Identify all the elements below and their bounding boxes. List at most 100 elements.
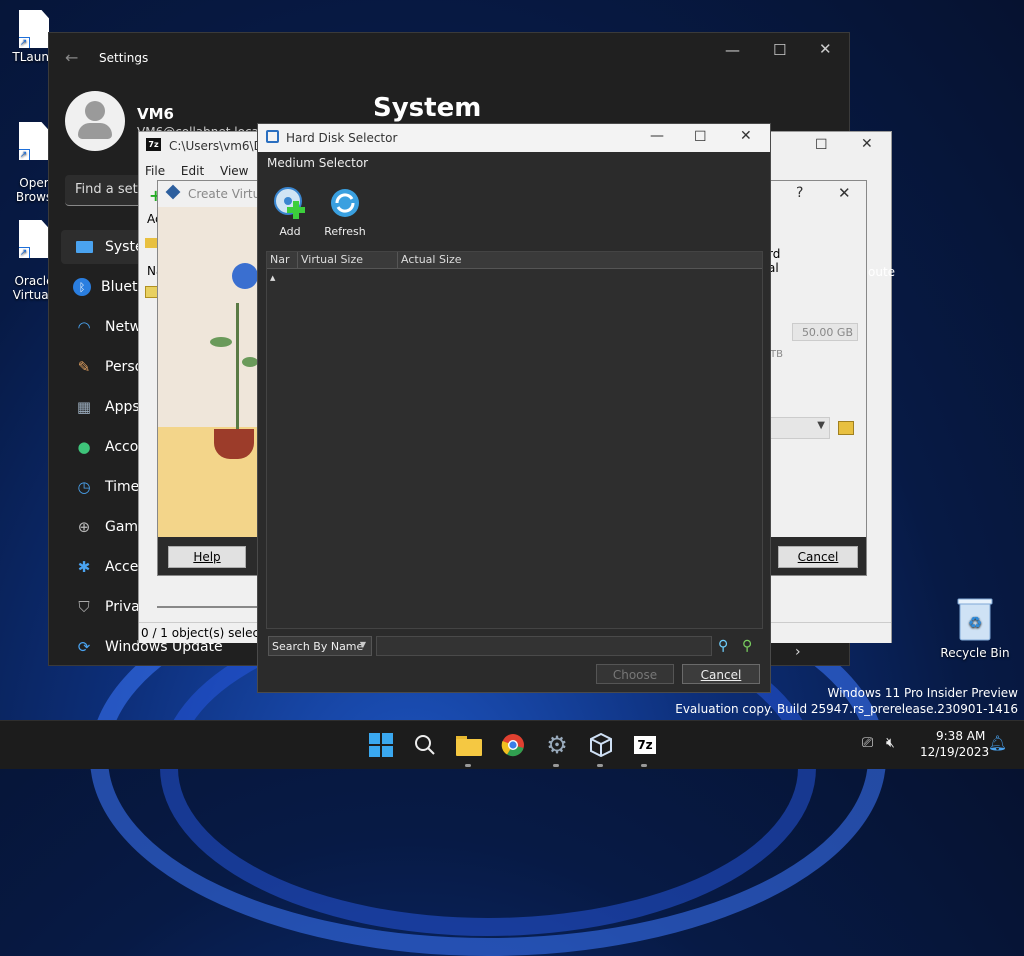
- svg-text:♻: ♻: [968, 613, 982, 632]
- search-mode-dropdown[interactable]: Search By Name ▼: [268, 636, 372, 656]
- clock-date[interactable]: 12/19/2023: [920, 745, 989, 759]
- disk-size-field[interactable]: 50.00 GB: [792, 323, 858, 341]
- search-mode-label: Search By Name: [272, 640, 364, 653]
- sort-ascending-icon: ▲: [270, 274, 276, 282]
- shortcut-file-icon: ↗: [19, 10, 49, 48]
- help-button[interactable]: Help: [168, 546, 246, 568]
- maximize-icon[interactable]: ☐: [815, 137, 828, 153]
- search-placeholder: Find a sett: [75, 182, 143, 197]
- avatar[interactable]: [65, 91, 125, 151]
- sevenzip-menubar: File Edit View F: [145, 164, 271, 178]
- desktop-icon-recycle-bin[interactable]: ♻ Recycle Bin: [940, 598, 1010, 660]
- close-icon[interactable]: ✕: [838, 184, 851, 202]
- refresh-label: Refresh: [324, 225, 366, 238]
- windows-logo-icon: [369, 733, 393, 757]
- maximize-icon[interactable]: ☐: [694, 129, 707, 145]
- settings-title: Settings: [99, 51, 149, 65]
- user-icon: [85, 101, 105, 121]
- column-header-virtual-size[interactable]: Virtual Size: [298, 252, 398, 268]
- close-icon[interactable]: ✕: [861, 136, 873, 152]
- maximize-icon[interactable]: ☐: [773, 41, 786, 59]
- sevenzip-path: C:\Users\vm6\Do: [169, 139, 271, 153]
- sevenzip-logo-icon: 7z: [634, 736, 656, 754]
- desktop-icon-label: Oper Brows: [15, 176, 53, 204]
- add-button[interactable]: Add: [270, 186, 310, 238]
- virtualbox-icon: [266, 130, 279, 143]
- virtualbox-taskbar-button[interactable]: [586, 730, 616, 760]
- right-text-3: oute: [868, 265, 896, 279]
- shortcut-file-icon: ↗: [19, 220, 49, 258]
- search-icon: [415, 735, 435, 755]
- search-button[interactable]: [410, 730, 440, 760]
- monitor-icon: [73, 236, 95, 258]
- account-icon: ●: [77, 438, 91, 456]
- clock-icon: ◷: [77, 478, 91, 496]
- chevron-down-icon: ▼: [359, 640, 366, 649]
- update-icon: ⟳: [77, 638, 91, 656]
- start-button[interactable]: [366, 730, 396, 760]
- menu-file[interactable]: File: [145, 164, 165, 178]
- virtualbox-icon: [590, 733, 612, 757]
- virtualbox-icon: [165, 184, 181, 200]
- create-vm-title: Create Virtua: [188, 187, 268, 201]
- sidebar-item-label: Acco: [105, 439, 139, 455]
- file-explorer-button[interactable]: [454, 730, 484, 760]
- menu-edit[interactable]: Edit: [181, 164, 204, 178]
- column-header-actual-size[interactable]: Actual Size: [398, 252, 762, 268]
- sevenzip-taskbar-button[interactable]: 7z: [630, 730, 660, 760]
- folder-browse-icon[interactable]: [838, 421, 854, 435]
- wizard-illustration: [158, 207, 258, 537]
- brush-icon: ✎: [77, 358, 91, 376]
- notification-bell-icon[interactable]: 🔔︎: [988, 734, 1007, 752]
- disk-location-dropdown[interactable]: ▼: [770, 417, 830, 439]
- menu-view[interactable]: View: [220, 164, 248, 178]
- search-backward-icon[interactable]: ⚲: [718, 638, 734, 654]
- horizontal-scrollbar[interactable]: [157, 606, 257, 608]
- chevron-down-icon: ▼: [817, 420, 825, 431]
- watermark-line2: Evaluation copy. Build 25947.rs_prerelea…: [675, 702, 1018, 716]
- apps-icon: ▦: [76, 398, 92, 416]
- sidebar-item-label: Time: [105, 479, 140, 495]
- add-disk-icon: [274, 187, 305, 219]
- help-question-icon[interactable]: ?: [796, 185, 803, 201]
- hds-titlebar: Hard Disk Selector — ☐ ✕: [258, 124, 770, 152]
- minimize-icon[interactable]: —: [725, 41, 740, 59]
- sidebar-item-label: Apps: [105, 399, 140, 415]
- close-icon[interactable]: ✕: [819, 40, 832, 58]
- hard-disk-selector-window: Hard Disk Selector — ☐ ✕ Medium Selector…: [257, 123, 771, 693]
- medium-list[interactable]: Nar ▲ Virtual Size Actual Size: [266, 251, 763, 629]
- hds-title: Hard Disk Selector: [286, 131, 398, 145]
- cancel-button[interactable]: Cancel: [778, 546, 858, 568]
- close-icon[interactable]: ✕: [740, 128, 752, 144]
- wifi-icon: ◠: [77, 318, 91, 336]
- gamepad-icon: ⊕: [77, 518, 91, 536]
- search-input[interactable]: [376, 636, 712, 656]
- tb-label: TB: [770, 349, 783, 360]
- sidebar-item-label: Priva: [105, 599, 140, 615]
- folder-up-icon[interactable]: [145, 238, 157, 248]
- gear-icon: ⚙: [546, 731, 568, 759]
- clock-time[interactable]: 9:38 AM: [936, 729, 985, 743]
- column-header-name[interactable]: Nar ▲: [267, 252, 298, 282]
- medium-selector-menu[interactable]: Medium Selector: [267, 156, 368, 170]
- network-icon[interactable]: ⎚: [862, 735, 873, 751]
- sidebar-item-label: Gam: [105, 519, 139, 535]
- sidebar-item-label: Acce: [105, 559, 139, 575]
- minimize-icon[interactable]: —: [650, 128, 664, 144]
- refresh-button[interactable]: Refresh: [322, 186, 368, 238]
- settings-taskbar-button[interactable]: ⚙: [542, 730, 572, 760]
- shortcut-file-icon: ↗: [19, 122, 49, 160]
- sidebar-item-label: Netw: [105, 319, 142, 335]
- scroll-right-icon[interactable]: ›: [795, 644, 801, 660]
- chrome-button[interactable]: [498, 730, 528, 760]
- add-label: Add: [279, 225, 301, 238]
- back-arrow-icon[interactable]: ←: [65, 48, 78, 67]
- cancel-button[interactable]: Cancel: [682, 664, 760, 684]
- volume-mute-icon[interactable]: 🔇︎: [886, 735, 895, 751]
- choose-button[interactable]: Choose: [596, 664, 674, 684]
- sidebar-item-label: Bluet: [101, 279, 138, 295]
- accessibility-icon: ✱: [77, 558, 91, 576]
- folder-icon: [456, 736, 482, 756]
- user-name: VM6: [137, 105, 174, 123]
- search-forward-icon[interactable]: ⚲: [742, 638, 758, 654]
